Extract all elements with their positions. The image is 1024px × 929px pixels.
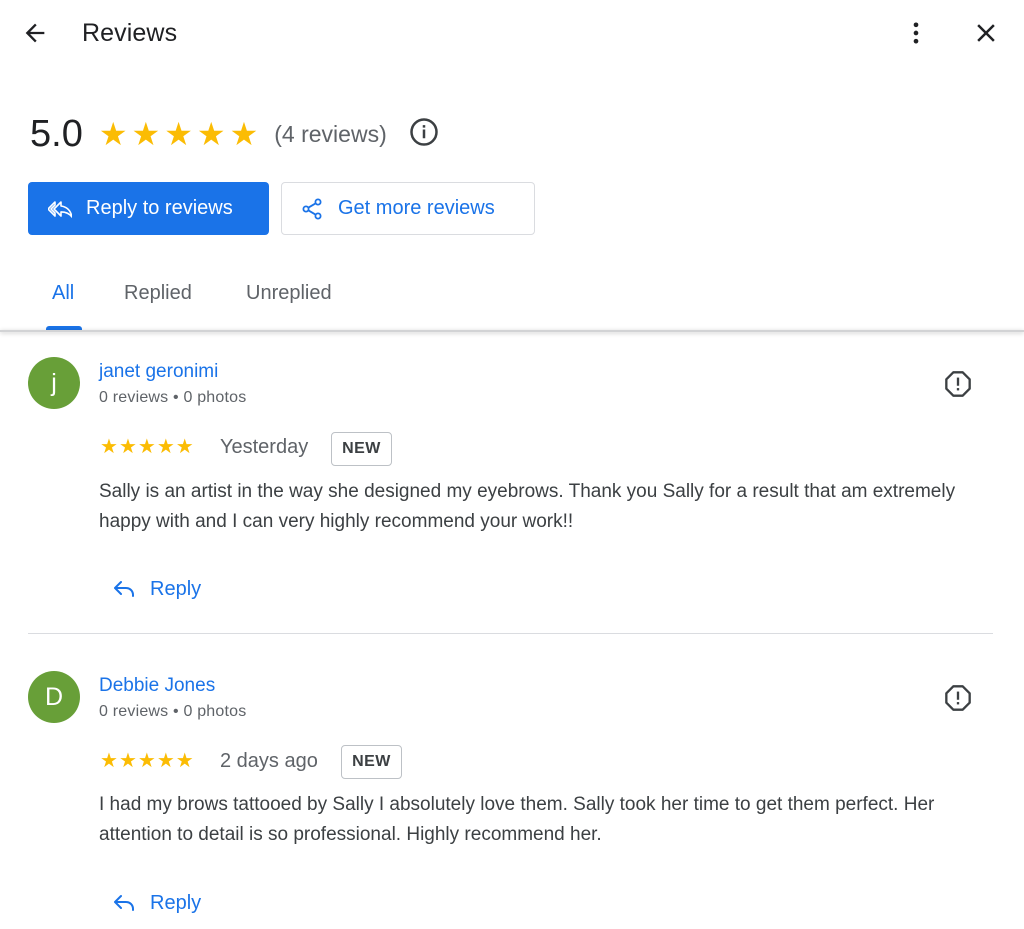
report-icon [944,684,972,717]
star-icon: ★ [175,750,194,772]
reply-icon [112,890,138,916]
star-icon: ★ [196,116,226,152]
star-icon: ★ [100,436,118,458]
review-count: (4 reviews) [274,120,387,147]
more-options-button[interactable] [900,18,932,52]
review-text: Sally is an artist in the way she design… [99,481,956,532]
new-badge: NEW [341,745,402,779]
star-icon: ★ [98,116,128,152]
reply-label: Reply [150,891,202,914]
close-icon [971,18,1001,53]
more-vert-icon [902,19,930,52]
rating-summary: 5.0 ★ ★ ★ ★ ★ (4 reviews) [30,112,439,156]
reviewer-name[interactable]: janet geronimi [99,361,218,383]
review-filter-tabs: All Replied Unreplied [0,270,1024,330]
info-button[interactable] [409,117,439,152]
avatar: j [28,357,80,409]
average-rating: 5.0 [30,113,83,155]
reply-button[interactable]: Reply [112,574,201,604]
report-review-button[interactable] [942,370,974,402]
page-title: Reviews [82,19,178,47]
star-icon: ★ [137,750,156,772]
star-icon: ★ [156,436,175,458]
tab-unreplied[interactable]: Unreplied [246,282,332,305]
star-icon: ★ [131,116,161,152]
report-review-button[interactable] [942,684,974,716]
reply-to-reviews-button[interactable]: Reply to reviews [28,182,269,235]
review-star-rating: ★ ★ ★ ★ ★ [100,751,195,771]
review-star-rating: ★ ★ ★ ★ ★ [100,437,195,457]
reply-all-icon [48,196,74,222]
share-icon [300,197,324,221]
tabs-divider [0,330,1024,332]
new-badge: NEW [331,432,392,466]
back-button[interactable] [18,18,52,52]
star-icon: ★ [229,116,259,152]
get-more-reviews-label: Get more reviews [338,197,495,219]
reply-to-reviews-label: Reply to reviews [86,197,233,219]
star-icon: ★ [118,750,137,772]
avatar: D [28,671,80,723]
star-icon: ★ [156,750,175,772]
reviewer-meta: 0 reviews • 0 photos [99,703,247,720]
top-app-bar: Reviews [0,0,1024,70]
star-icon: ★ [137,436,156,458]
reply-label: Reply [150,577,202,600]
reviewer-meta: 0 reviews • 0 photos [99,389,247,406]
tab-replied[interactable]: Replied [124,282,192,305]
reply-button[interactable]: Reply [112,888,201,918]
reviewer-name[interactable]: Debbie Jones [99,675,215,697]
review-text: I had my brows tattooed by Sally I absol… [99,794,935,845]
get-more-reviews-button[interactable]: Get more reviews [281,182,535,235]
summary-star-rating: ★ ★ ★ ★ ★ [99,118,262,150]
star-icon: ★ [164,116,193,152]
star-icon: ★ [118,436,137,458]
review-date: 2 days ago [220,750,318,772]
arrow-back-icon [21,19,49,52]
review-date: Yesterday [220,436,309,458]
info-icon [409,117,439,152]
reply-icon [112,576,138,602]
report-icon [944,370,972,403]
star-icon: ★ [175,436,194,458]
star-icon: ★ [100,750,118,772]
close-button[interactable] [968,17,1004,53]
tab-all[interactable]: All [52,282,74,305]
review-divider [28,633,993,634]
